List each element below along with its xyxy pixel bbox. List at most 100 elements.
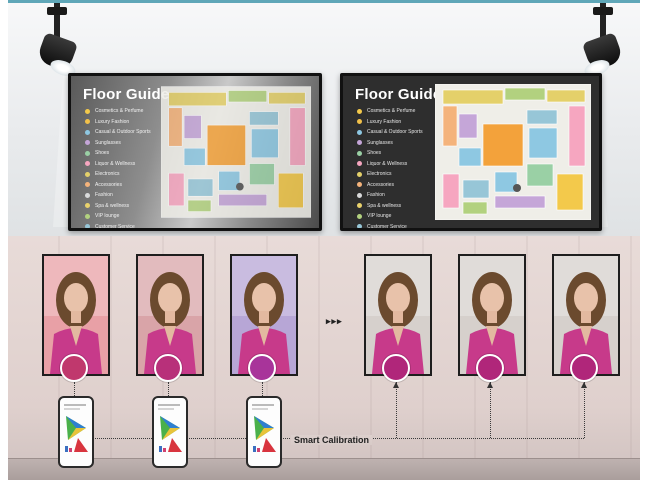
legend-dot-icon: [357, 129, 362, 135]
color-swatch: [570, 354, 598, 382]
color-swatch: [476, 354, 504, 382]
map-store-block: [183, 115, 202, 139]
smart-calibration-label: Smart Calibration: [291, 435, 373, 445]
legend-item: Customer Service: [357, 222, 423, 230]
connector-line: [584, 382, 585, 438]
legend-item: Liquor & Wellness: [85, 159, 151, 170]
map-store-block: [526, 109, 558, 125]
legend-dot-icon: [85, 119, 90, 125]
gamut-chart-icon: [159, 416, 182, 452]
legend-dot-icon: [357, 140, 362, 146]
map-you-are-here-icon: [236, 182, 244, 191]
legend-dot-icon: [357, 203, 362, 209]
legend-dot-icon: [85, 171, 90, 177]
map-store-block: [168, 92, 227, 107]
legend-dot-icon: [85, 140, 90, 146]
map-store-block: [494, 195, 546, 209]
legend-label: Casual & Outdoor Sports: [95, 129, 151, 136]
legend-item: Electronics: [357, 169, 423, 180]
map-store-block: [183, 147, 206, 166]
connector-line: [490, 382, 491, 438]
map-store-block: [268, 92, 306, 105]
map-store-block: [442, 105, 458, 147]
legend-dot-icon: [85, 150, 90, 156]
calibration-wall: ▸▸▸ Smart Calibration: [8, 236, 640, 480]
legend-label: Electronics: [95, 171, 120, 178]
map-store-block: [249, 163, 275, 185]
map-store-block: [206, 124, 246, 166]
legend-dot-icon: [85, 213, 90, 219]
legend-item: Luxury Fashion: [85, 117, 151, 128]
floor-map-left: [161, 86, 311, 218]
connector-line: [168, 382, 169, 396]
map-store-block: [168, 107, 183, 147]
legend-item: Cosmetics & Perfume: [85, 106, 151, 117]
legend-item: Spa & wellness: [85, 201, 151, 212]
map-store-block: [458, 113, 478, 139]
legend-dot-icon: [85, 182, 90, 188]
floor-guide-title-right: Floor Guide: [355, 86, 442, 103]
map-store-block: [442, 89, 504, 105]
legend-label: VIP lounge: [95, 213, 120, 220]
display-right-clear: Floor Guide Cosmetics & Perfume Luxury Fa…: [340, 73, 602, 231]
map-you-are-here-icon: [513, 184, 521, 192]
legend-list-right: Cosmetics & Perfume Luxury Fashion Casual …: [357, 106, 423, 230]
floor: [8, 458, 640, 480]
map-store-block: [187, 178, 214, 197]
connector-line: [262, 382, 263, 396]
legend-label: Sunglasses: [95, 139, 121, 146]
map-store-block: [218, 194, 268, 207]
legend-dot-icon: [357, 119, 362, 125]
map-store-block: [228, 90, 268, 103]
map-store-block: [546, 89, 586, 103]
legend-dot-icon: [85, 129, 90, 135]
map-store-block: [504, 87, 546, 101]
legend-dot-icon: [357, 150, 362, 156]
display-left-glare: Floor Guide Cosmetics & Perfume Luxury Fa…: [68, 73, 322, 231]
map-store-block: [251, 128, 279, 159]
legend-item: Liquor & Wellness: [357, 159, 423, 170]
map-store-block: [458, 147, 482, 167]
legend-label: Spa & wellness: [367, 202, 402, 209]
legend-list-left: Cosmetics & Perfume Luxury Fashion Casual …: [85, 106, 151, 228]
legend-dot-icon: [85, 192, 90, 198]
floor-map-right: [435, 84, 591, 220]
legend-item: Accessories: [357, 180, 423, 191]
color-swatch: [248, 354, 276, 382]
map-store-block: [442, 173, 460, 209]
map-store-block: [526, 163, 554, 187]
map-store-block: [556, 173, 584, 211]
legend-dot-icon: [357, 108, 362, 114]
legend-label: Cosmetics & Perfume: [95, 108, 144, 115]
legend-dot-icon: [357, 161, 362, 167]
map-store-block: [568, 105, 586, 167]
gamut-chart-icon: [65, 416, 88, 452]
legend-label: Sunglasses: [367, 139, 393, 146]
color-swatch: [382, 354, 410, 382]
connector-line: [396, 382, 397, 438]
connector-line: [74, 382, 75, 396]
floor-guide-title-left: Floor Guide: [83, 86, 170, 103]
legend-label: Liquor & Wellness: [367, 160, 408, 167]
map-store-block: [168, 172, 185, 207]
legend-label: Customer Service: [367, 223, 407, 230]
color-swatch: [60, 354, 88, 382]
legend-item: VIP lounge: [357, 211, 423, 222]
legend-label: Fashion: [95, 192, 113, 199]
calibration-phone: [152, 396, 188, 468]
legend-label: Luxury Fashion: [95, 118, 130, 125]
legend-label: Liquor & Wellness: [95, 160, 136, 167]
legend-item: Shoes: [357, 148, 423, 159]
legend-item: Cosmetics & Perfume: [357, 106, 423, 117]
legend-item: Fashion: [85, 190, 151, 201]
legend-dot-icon: [357, 171, 362, 177]
legend-dot-icon: [85, 108, 90, 114]
legend-dot-icon: [357, 192, 362, 198]
map-store-block: [278, 172, 304, 209]
legend-item: Luxury Fashion: [357, 117, 423, 128]
legend-label: Luxury Fashion: [367, 118, 402, 125]
legend-item: Spa & wellness: [357, 201, 423, 212]
legend-item: Shoes: [85, 148, 151, 159]
legend-label: Shoes: [367, 150, 382, 157]
map-store-block: [289, 107, 306, 166]
